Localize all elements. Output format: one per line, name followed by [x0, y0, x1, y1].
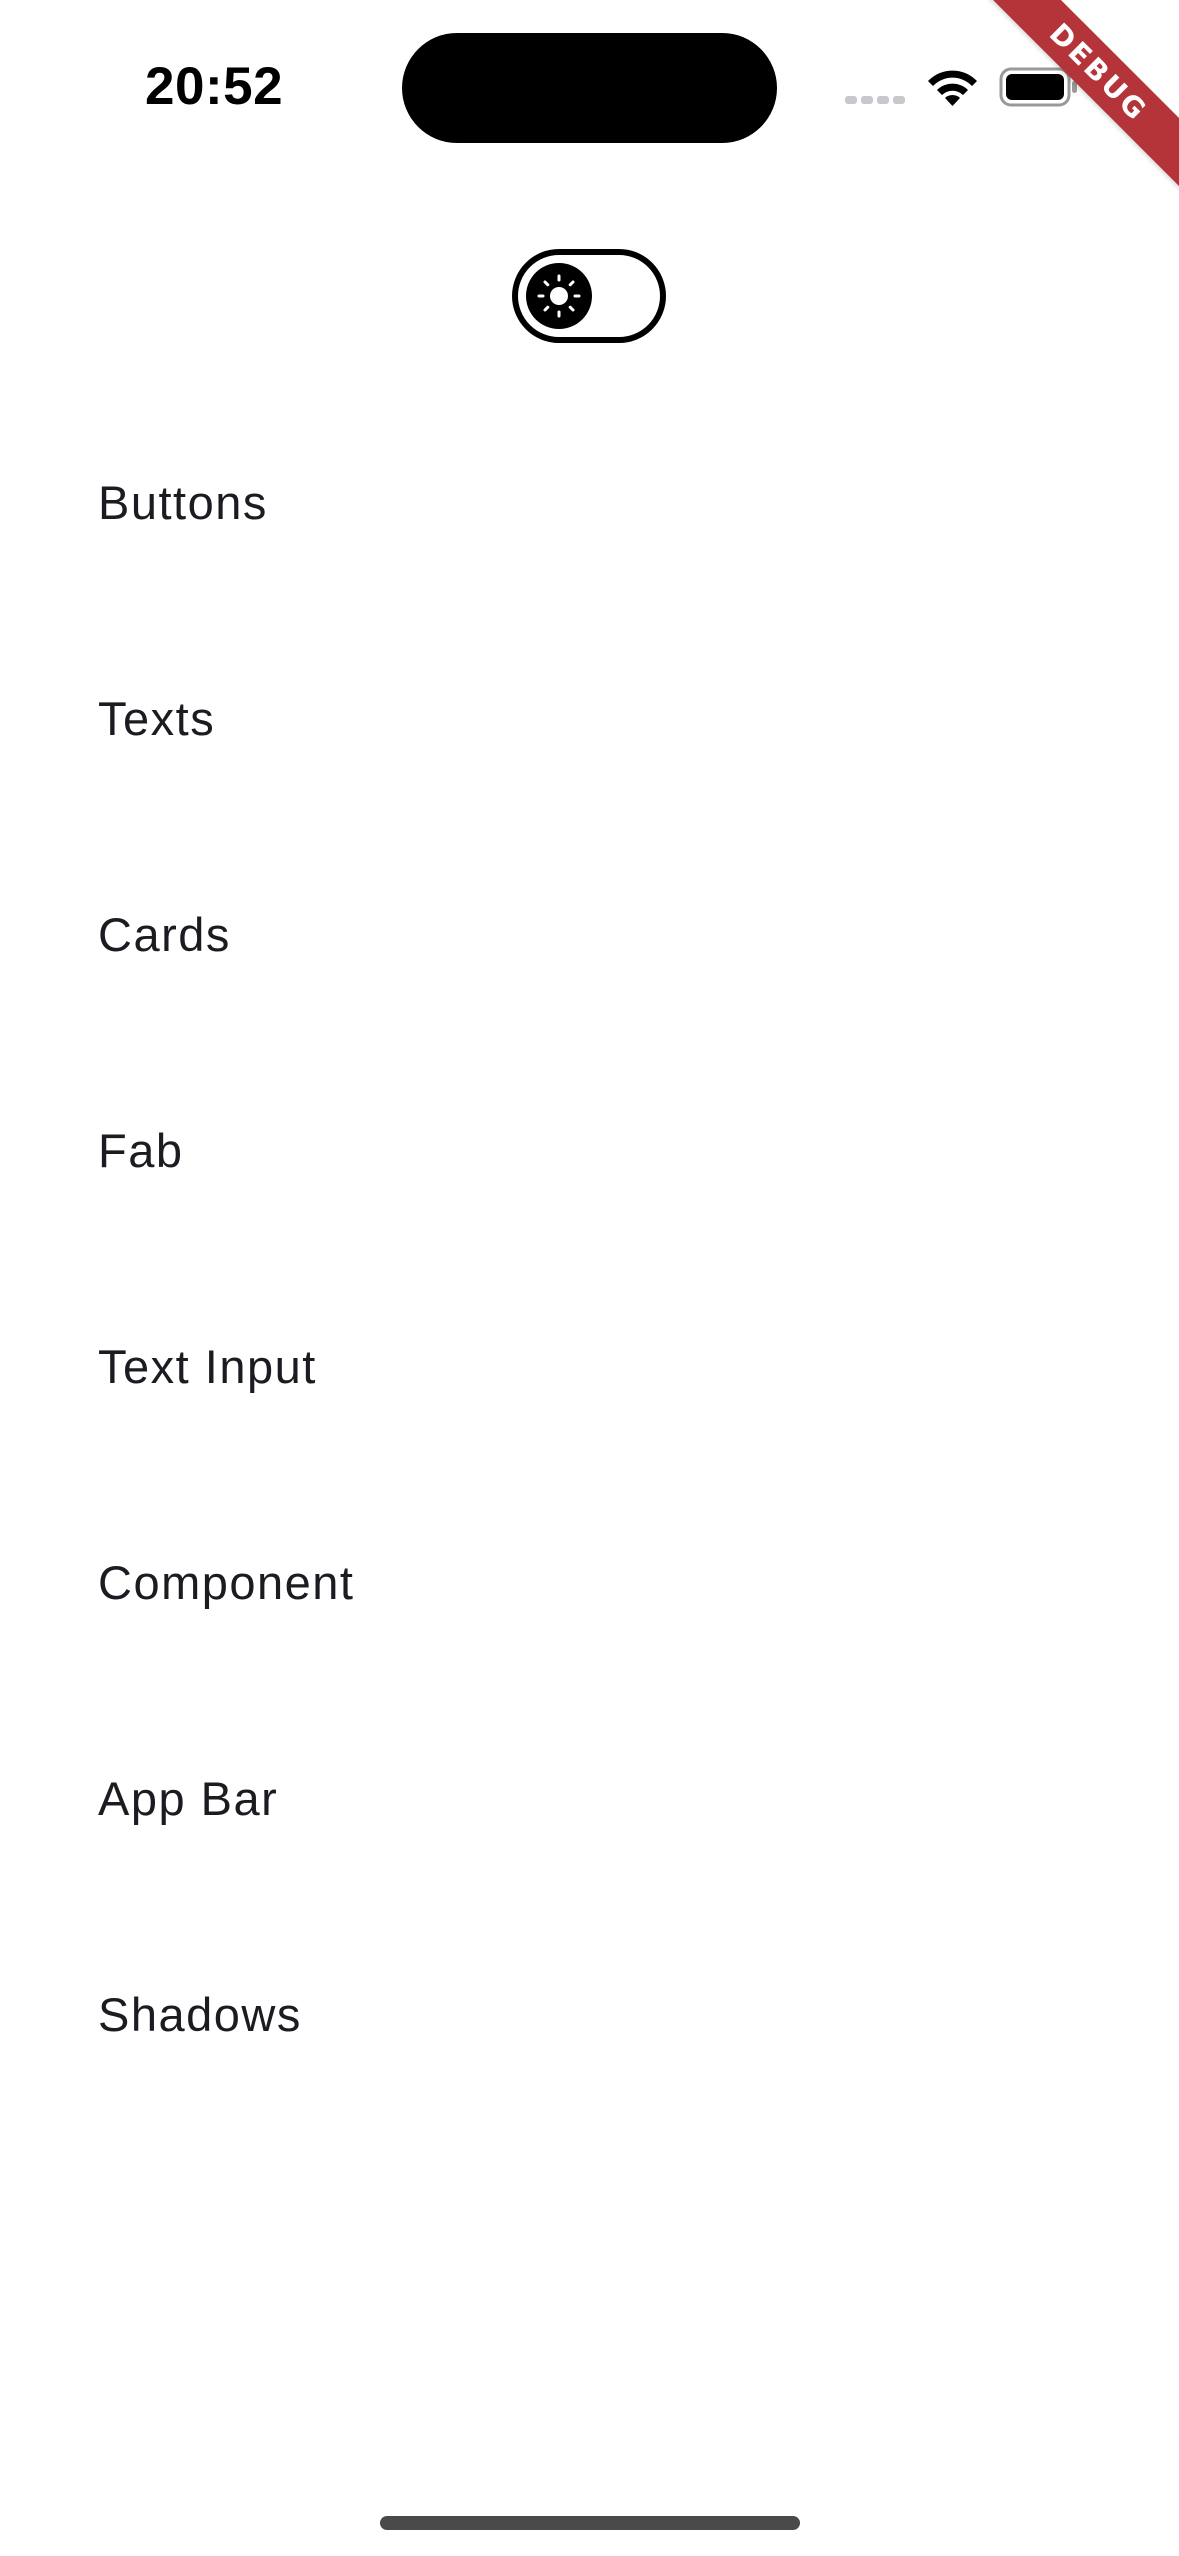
menu-item-cards[interactable]: Cards [0, 854, 1179, 1014]
theme-toggle-switch[interactable] [512, 249, 666, 343]
menu-item-texts[interactable]: Texts [0, 638, 1179, 798]
battery-icon [999, 67, 1077, 107]
sun-icon [537, 274, 581, 318]
menu-item-label: Buttons [98, 475, 268, 529]
menu-item-label: App Bar [98, 1771, 279, 1825]
home-indicator[interactable] [380, 2516, 800, 2530]
toggle-knob [526, 263, 592, 329]
menu-item-component[interactable]: Component [0, 1502, 1179, 1662]
menu-item-buttons[interactable]: Buttons [0, 422, 1179, 582]
menu-item-label: Shadows [98, 1987, 302, 2041]
menu-item-label: Text Input [98, 1339, 317, 1393]
menu-item-label: Texts [98, 691, 216, 745]
menu-item-text-input[interactable]: Text Input [0, 1286, 1179, 1446]
menu-item-label: Component [98, 1555, 355, 1609]
status-bar-time: 20:52 [145, 57, 284, 116]
menu-item-label: Fab [98, 1123, 184, 1177]
menu-item-app-bar[interactable]: App Bar [0, 1718, 1179, 1878]
menu-item-fab[interactable]: Fab [0, 1070, 1179, 1230]
cellular-signal-icon [845, 96, 905, 104]
wifi-icon [928, 70, 977, 106]
dynamic-island [402, 33, 777, 143]
menu-item-label: Cards [98, 907, 231, 961]
menu-item-shadows[interactable]: Shadows [0, 1934, 1179, 2094]
